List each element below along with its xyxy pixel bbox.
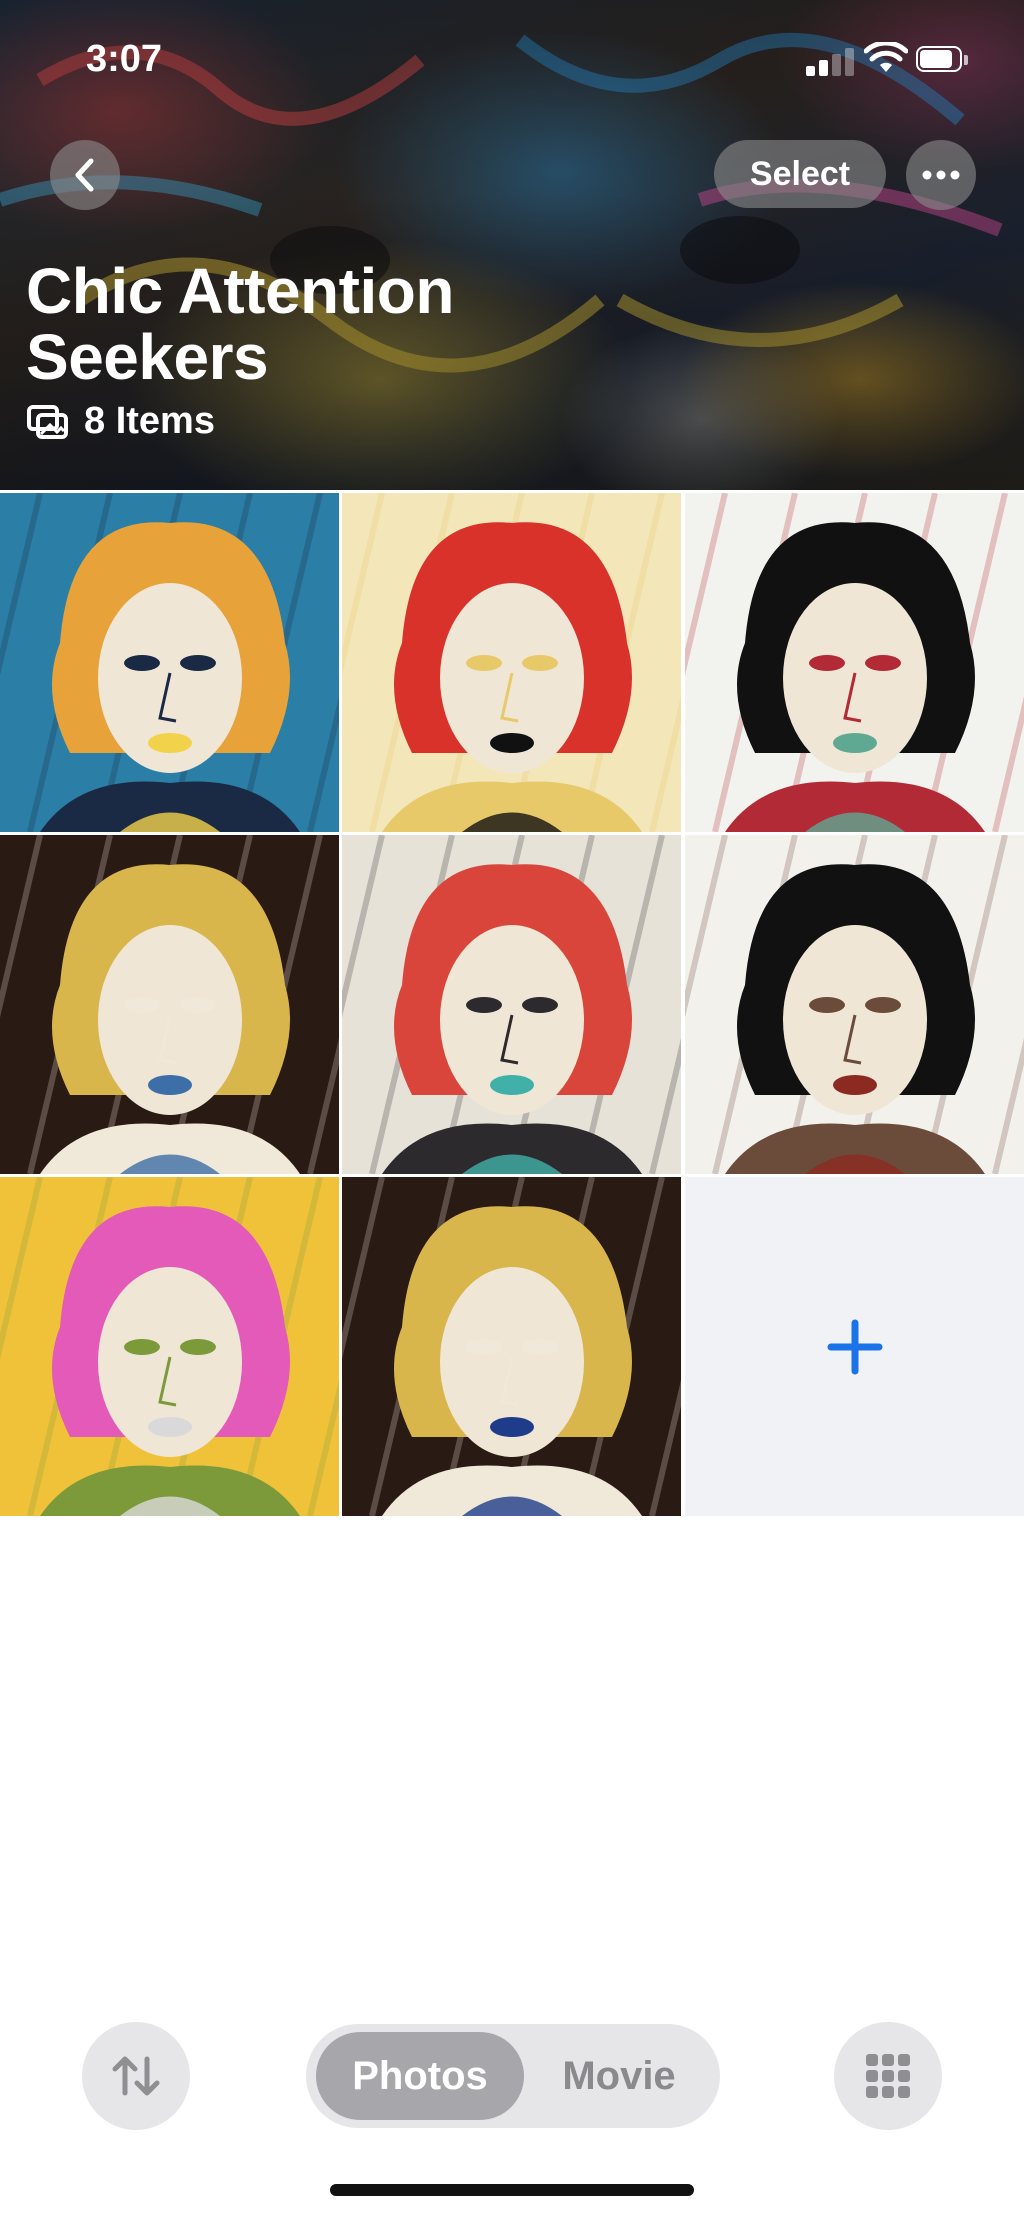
view-mode-segmented-control: Photos Movie: [306, 2024, 720, 2128]
grid-icon: [866, 2054, 910, 2098]
status-bar: 3:07: [0, 0, 1024, 120]
chevron-left-icon: [75, 158, 94, 192]
sort-button[interactable]: [82, 2022, 190, 2130]
wifi-icon: [864, 42, 908, 72]
ellipsis-icon: [922, 170, 960, 180]
back-button[interactable]: [50, 140, 120, 210]
battery-icon: [916, 46, 970, 74]
album-title: Chic Attention Seekers: [26, 255, 454, 393]
photo-tile-8[interactable]: [342, 1177, 681, 1516]
status-time: 3:07: [86, 38, 163, 80]
home-indicator: [330, 2184, 694, 2196]
photo-tile-5[interactable]: [342, 835, 681, 1174]
add-photo-button[interactable]: [685, 1177, 1024, 1516]
portrait-thumbnail: [342, 835, 681, 1174]
photo-tile-4[interactable]: [0, 835, 339, 1174]
portrait-thumbnail: [342, 1177, 681, 1516]
photo-stack-icon: [27, 404, 68, 439]
photo-tile-6[interactable]: [685, 835, 1024, 1174]
album-item-count: 8 Items: [26, 400, 215, 443]
portrait-thumbnail: [685, 493, 1024, 832]
grid-layout-button[interactable]: [834, 2022, 942, 2130]
sort-arrows-icon: [112, 2056, 160, 2096]
portrait-thumbnail: [342, 493, 681, 832]
photo-tile-3[interactable]: [685, 493, 1024, 832]
more-options-button[interactable]: [906, 140, 976, 210]
photo-tile-1[interactable]: [0, 493, 339, 832]
portrait-thumbnail: [0, 493, 339, 832]
portrait-thumbnail: [0, 835, 339, 1174]
portrait-thumbnail: [685, 835, 1024, 1174]
item-count-label: 8 Items: [84, 400, 215, 442]
segment-photos[interactable]: Photos: [316, 2032, 524, 2120]
plus-icon: [827, 1319, 882, 1374]
segment-movie[interactable]: Movie: [524, 2032, 714, 2120]
portrait-thumbnail: [0, 1177, 339, 1516]
select-button[interactable]: Select: [714, 140, 886, 208]
photo-tile-2[interactable]: [342, 493, 681, 832]
cellular-signal-icon: [806, 46, 858, 76]
photo-tile-7[interactable]: [0, 1177, 339, 1516]
